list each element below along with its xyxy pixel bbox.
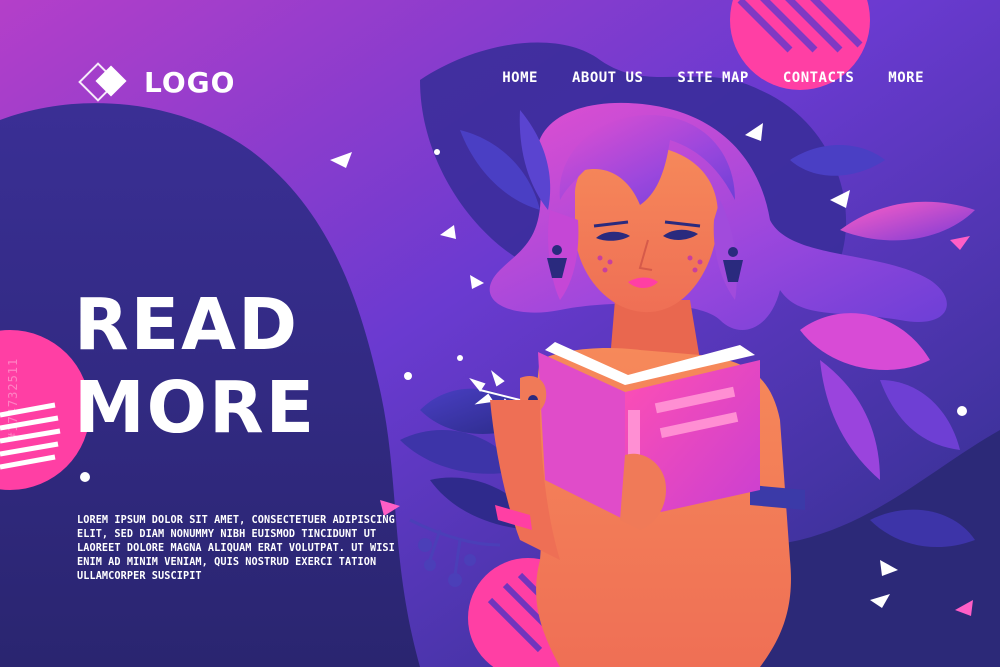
main-nav: HOME ABOUT US SITE MAP CONTACTS MORE (502, 70, 924, 86)
hero-headline: READ MORE (74, 283, 316, 449)
logo-text: LOGO (144, 65, 236, 99)
nav-contacts[interactable]: CONTACTS (783, 70, 854, 86)
headline-line-1: READ (74, 283, 300, 366)
logo[interactable]: LOGO (78, 62, 235, 102)
nav-site-map[interactable]: SITE MAP (677, 70, 748, 86)
logo-diamond-icon (78, 62, 130, 102)
headline-line-2: MORE (74, 366, 317, 449)
nav-about-us[interactable]: ABOUT US (572, 70, 643, 86)
hero-body-text: LOREM IPSUM DOLOR SIT AMET, CONSECTETUER… (77, 515, 395, 582)
stock-id: #174732511 (6, 357, 20, 440)
nav-more[interactable]: MORE (888, 70, 924, 86)
nav-home[interactable]: HOME (502, 70, 538, 86)
